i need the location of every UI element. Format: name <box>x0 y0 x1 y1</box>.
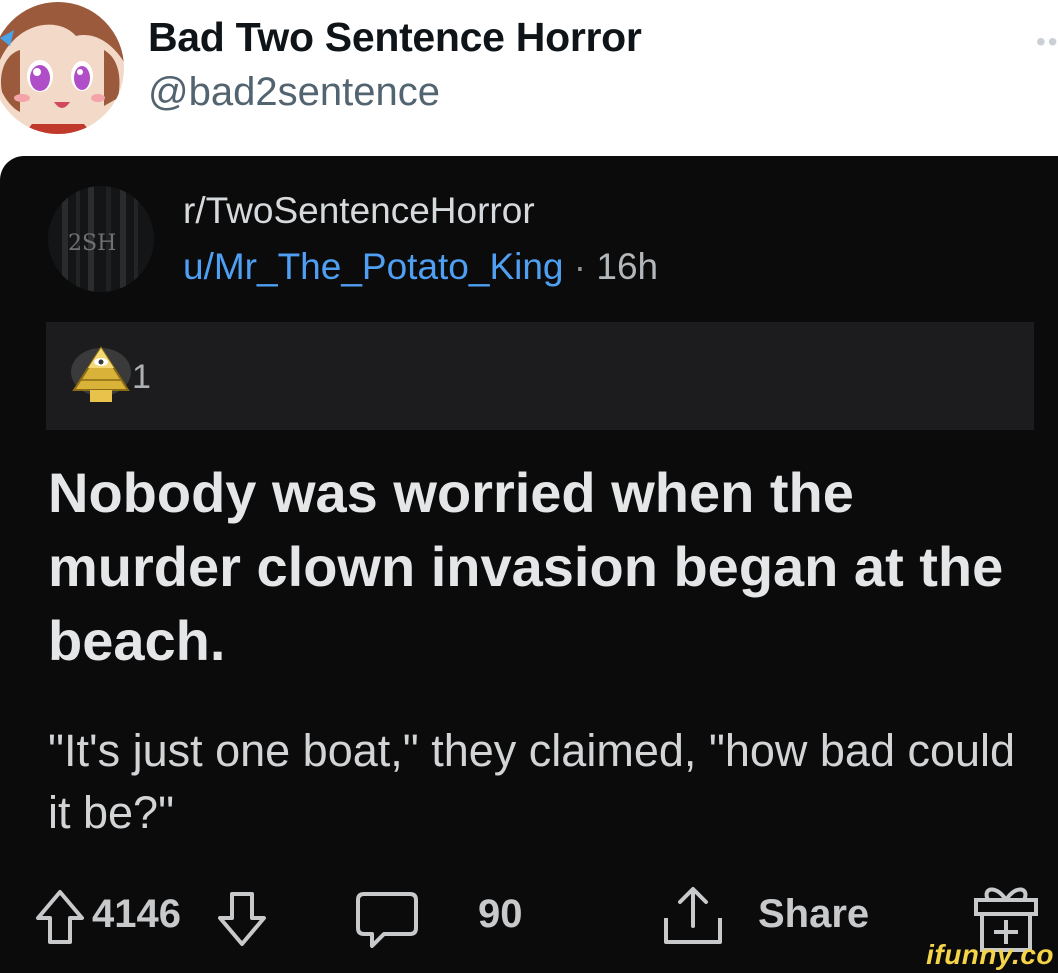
display-name[interactable]: Bad Two Sentence Horror <box>148 14 642 61</box>
reddit-post-screenshot: 2SH r/TwoSentenceHorror u/Mr_The_Potato_… <box>0 156 1058 973</box>
downvote-arrow-icon[interactable] <box>216 890 268 948</box>
tweet-header: Bad Two Sentence Horror @bad2sentence •• <box>0 0 1058 156</box>
post-age: 16h <box>596 246 659 287</box>
subreddit-icon-label: 2SH <box>68 231 116 256</box>
share-upload-icon[interactable] <box>660 884 726 950</box>
post-title[interactable]: Nobody was worried when the murder clown… <box>48 456 1038 678</box>
share-button[interactable]: Share <box>758 892 869 937</box>
meta-separator: · <box>573 246 587 287</box>
subreddit-icon[interactable]: 2SH <box>48 186 154 292</box>
illuminati-award-icon[interactable] <box>68 344 134 404</box>
comment-bubble-icon[interactable] <box>354 886 420 952</box>
post-author[interactable]: u/Mr_The_Potato_King <box>183 246 564 287</box>
subreddit-name[interactable]: r/TwoSentenceHorror <box>183 190 535 232</box>
post-meta: u/Mr_The_Potato_King · 16h <box>183 246 658 288</box>
anime-avatar-icon <box>0 2 124 134</box>
comment-count[interactable]: 90 <box>478 892 523 937</box>
post-action-bar: 4146 90 Share <box>0 876 1058 956</box>
profile-avatar[interactable] <box>0 2 124 134</box>
upvote-arrow-icon[interactable] <box>34 888 86 946</box>
vote-count: 4146 <box>92 892 181 936</box>
award-count: 1 <box>132 358 151 396</box>
more-options-icon[interactable]: •• <box>1036 26 1058 58</box>
user-handle[interactable]: @bad2sentence <box>148 70 440 115</box>
awards-bar: 1 <box>46 322 1034 430</box>
post-body: "It's just one boat," they claimed, "how… <box>48 725 1016 838</box>
ifunny-watermark: ifunny.co <box>926 939 1054 970</box>
